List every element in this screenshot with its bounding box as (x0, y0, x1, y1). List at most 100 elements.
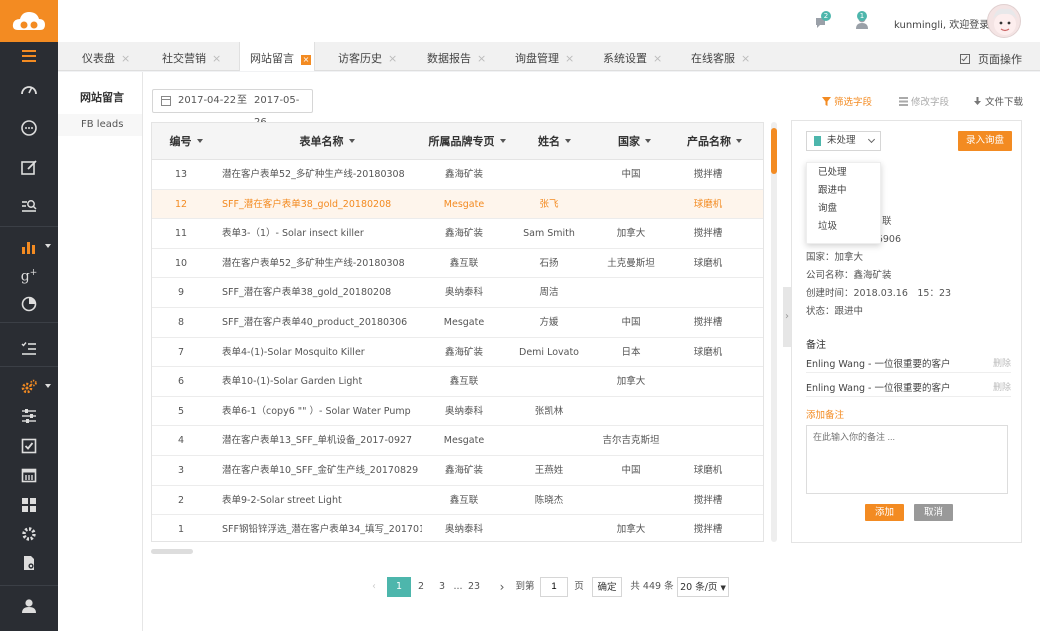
horizontal-scrollbar[interactable] (151, 549, 193, 554)
close-icon[interactable]: × (388, 52, 397, 65)
table-row[interactable]: 13 潜在客户表单52_多矿种生产线-20180308 鑫海矿装 中国 搅拌槽 (152, 160, 763, 190)
cell-product (667, 397, 749, 426)
delete-note-link[interactable]: 删除 (993, 380, 1011, 393)
dropdown-option-processed[interactable]: 已处理 (807, 164, 882, 182)
user-notification-icon[interactable]: 1 (855, 11, 871, 30)
table-row[interactable]: 6 表单10-(1)-Solar Garden Light 鑫互联 加拿大 (152, 367, 763, 397)
edit-fields-button[interactable]: 修改字段 (899, 94, 949, 108)
tab-website-messages[interactable]: 网站留言 × (239, 42, 315, 71)
tab-visitor-history[interactable]: 访客历史 × (338, 42, 397, 71)
settings-gears-icon[interactable] (0, 373, 58, 401)
checkbox-icon[interactable] (0, 432, 58, 460)
page-3-button[interactable]: 3 (436, 577, 448, 597)
table-row[interactable]: 7 表单4-(1)-Solar Mosquito Killer 鑫海矿装 Demi L… (152, 338, 763, 368)
gear-icon[interactable] (0, 520, 58, 548)
close-icon[interactable]: × (212, 52, 221, 65)
google-plus-icon[interactable]: g+ (0, 262, 58, 290)
filter-fields-button[interactable]: 筛选字段 (822, 94, 872, 108)
table-row[interactable]: 9 SFF_潜在客户表单38_gold_20180208 奥纳泰科 周洁 (152, 278, 763, 308)
page-2-button[interactable]: 2 (415, 577, 427, 597)
cell-product: 球磨机 (693, 257, 723, 269)
table-row[interactable]: 10 潜在客户表单52_多矿种生产线-20180308 鑫互联 石扬 土克曼斯坦 球磨机 (152, 249, 763, 279)
dropdown-option-following[interactable]: 跟进中 (807, 182, 882, 200)
header-country[interactable]: 国家 (592, 123, 677, 160)
menu-toggle-icon[interactable] (0, 42, 58, 70)
subnav-item-fb-leads[interactable]: FB leads (58, 114, 142, 136)
username[interactable]: kunmingli (894, 20, 943, 31)
prev-page-icon[interactable]: ‹ (368, 577, 380, 597)
table-row[interactable]: 1 SFF钢铅锌浮选_潜在客户表单34_填写_20170119 奥纳泰科 加拿大 搅拌槽 (152, 515, 763, 541)
cell-form-name: 表单6-1（copy6 "" ）- Solar Water Pump (222, 405, 411, 417)
close-icon[interactable]: × (653, 52, 662, 65)
checklist-icon[interactable] (0, 334, 58, 362)
dropdown-option-inquiry[interactable]: 询盘 (807, 200, 882, 218)
import-inquiry-button[interactable]: 录入询盘 (958, 131, 1012, 151)
date-range-picker[interactable]: 2017-04-22 至 2017-05-26 (152, 89, 313, 128)
dropdown-option-spam[interactable]: 垃圾 (807, 218, 882, 236)
logo-cloud-icon[interactable] (0, 0, 58, 42)
tab-system-settings[interactable]: 系统设置 × (603, 42, 662, 71)
collapse-panel-handle[interactable]: › (783, 287, 791, 347)
tab-live-support[interactable]: 在线客服 × (691, 42, 750, 71)
dashboard-gauge-icon[interactable] (0, 76, 58, 104)
edit-note-icon[interactable] (0, 154, 58, 182)
vertical-scrollbar[interactable] (771, 122, 777, 542)
tab-inquiry-management[interactable]: 询盘管理 × (515, 42, 574, 71)
close-icon[interactable]: × (741, 52, 750, 65)
calendar-icon[interactable] (0, 461, 58, 489)
header-id[interactable]: 编号 (152, 123, 220, 160)
page-23-button[interactable]: 23 (466, 577, 482, 597)
table-row[interactable]: 12 SFF_潜在客户表单38_gold_20180208 Mesgate 张飞 球磨机 (152, 189, 763, 220)
header-brand[interactable]: 所属品牌专页 (417, 123, 517, 160)
tab-data-reports[interactable]: 数据报告 × (427, 42, 486, 71)
page-1-button[interactable]: 1 (387, 577, 411, 597)
cell-country (584, 486, 678, 515)
cell-form-name: SFF钢铅锌浮选_潜在客户表单34_填写_20170119 (222, 524, 422, 536)
close-icon[interactable]: × (301, 55, 311, 65)
pie-chart-icon[interactable] (0, 290, 58, 318)
bar-chart-icon[interactable] (0, 233, 58, 261)
search-list-icon[interactable] (0, 192, 58, 220)
cell-id: 2 (177, 494, 185, 506)
page-number-input[interactable] (540, 577, 568, 597)
cell-brand: 奥纳泰科 (444, 405, 483, 417)
page-operations-label: 页面操作 (978, 53, 1022, 66)
message-notification-icon[interactable]: 2 (815, 11, 831, 30)
next-page-icon[interactable]: › (496, 577, 508, 597)
add-note-button[interactable]: 添加 (865, 504, 904, 521)
country-text: 国家：加拿大 (806, 252, 864, 263)
avatar[interactable] (987, 4, 1021, 38)
close-icon[interactable]: × (477, 52, 486, 65)
cancel-note-button[interactable]: 取消 (914, 504, 953, 521)
sub-navigation: 网站留言 FB leads (58, 72, 143, 631)
delete-note-link[interactable]: 删除 (993, 356, 1011, 369)
tab-social-marketing[interactable]: 社交营销 × (162, 42, 221, 71)
header-name[interactable]: 姓名 (512, 123, 597, 160)
grid-apps-icon[interactable] (0, 491, 58, 519)
note-input[interactable] (806, 425, 1008, 494)
user-profile-icon[interactable] (0, 592, 58, 620)
confirm-page-button[interactable]: 确定 (592, 577, 622, 597)
download-file-button[interactable]: 文件下载 (973, 94, 1023, 108)
tab-bar: 仪表盘 × 社交营销 × 网站留言 × 访客历史 × 数据报告 × 询盘管理 × 系统设置 ×… (58, 42, 1040, 71)
add-note-label: 添加备注 (806, 410, 845, 421)
table-row[interactable]: 5 表单6-1（copy6 "" ）- Solar Water Pump 奥纳泰科 张… (152, 397, 763, 427)
sliders-icon[interactable] (0, 402, 58, 430)
page-operations-button[interactable]: 页面操作 (960, 51, 1022, 67)
table-row[interactable]: 3 潜在客户表单10_SFF_金矿生产线_20170829 鑫海矿装 王燕姓 中国 球磨机 (152, 456, 763, 486)
table-row[interactable]: 11 表单3-（1）- Solar insect killer 鑫海矿装 Sam Sm… (152, 219, 763, 249)
scrollbar-thumb[interactable] (771, 128, 777, 174)
header-product[interactable]: 产品名称 (667, 123, 762, 160)
close-icon[interactable]: × (121, 52, 130, 65)
table-row[interactable]: 4 潜在客户表单13_SFF_单机设备_2017-0927 Mesgate 吉尔吉克斯… (152, 426, 763, 456)
table-row[interactable]: 8 SFF_潜在客户表单40_product_20180306 Mesgate 方媛 中… (152, 308, 763, 338)
status-select[interactable]: 未处理 (806, 131, 881, 151)
header-form-name[interactable]: 表单名称 (252, 123, 402, 160)
per-page-select[interactable]: 20 条/页 ▼ (677, 577, 729, 597)
chat-bubble-icon[interactable] (0, 114, 58, 142)
document-settings-icon[interactable] (0, 549, 58, 577)
tab-dashboard[interactable]: 仪表盘 × (82, 42, 130, 71)
cell-brand: 奥纳泰科 (444, 287, 483, 299)
close-icon[interactable]: × (565, 52, 574, 65)
table-row[interactable]: 2 表单9-2-Solar street Light 鑫互联 陈晓杰 搅拌槽 (152, 486, 763, 516)
